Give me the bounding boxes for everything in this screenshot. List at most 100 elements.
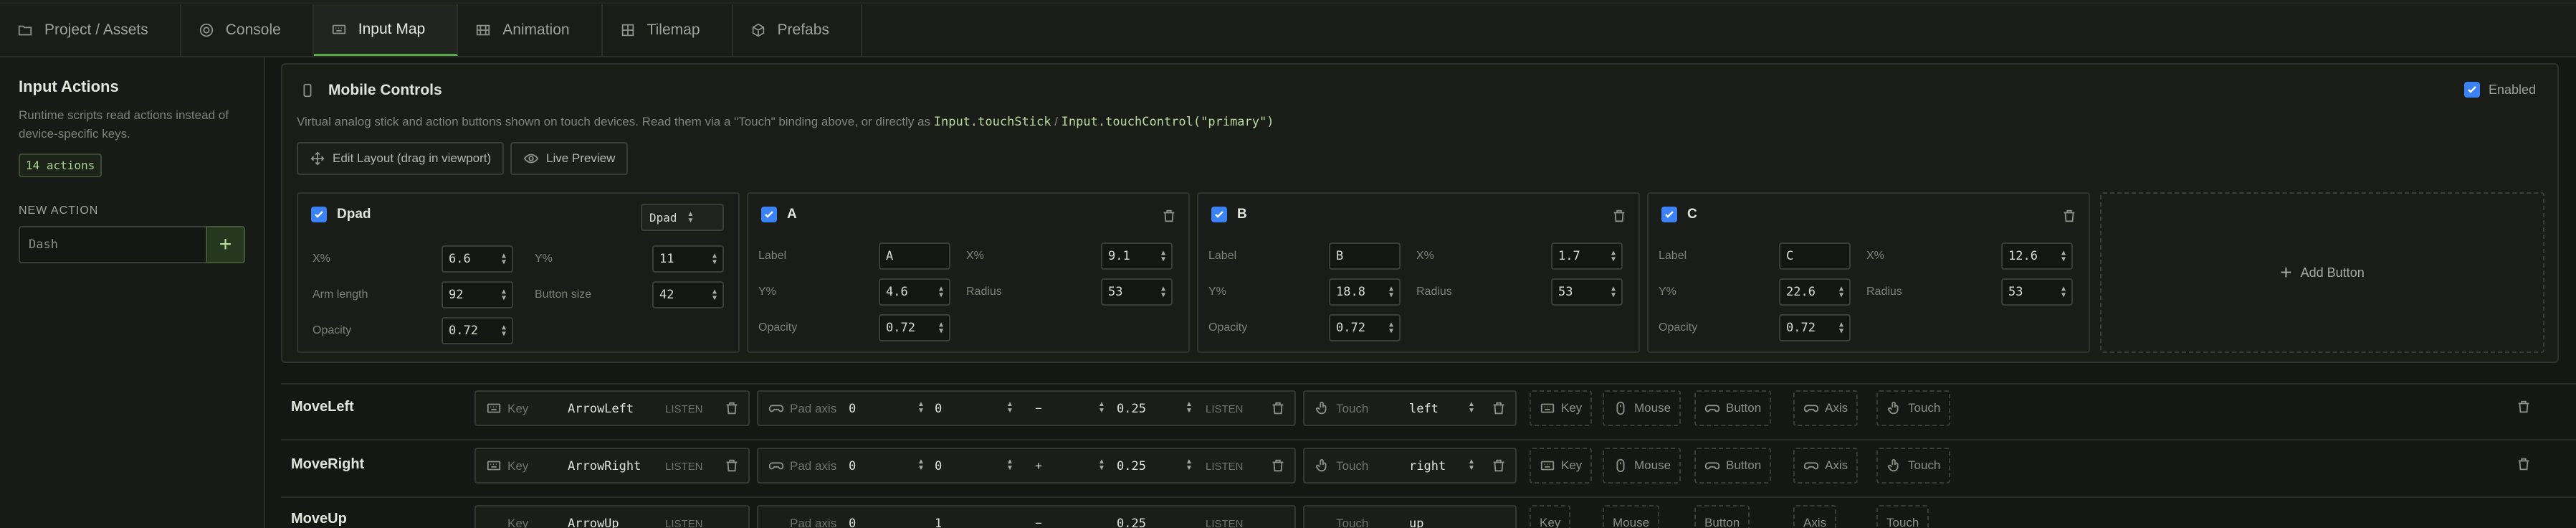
tab-tilemap[interactable]: Tilemap [603,4,733,56]
add-axis-chip[interactable]: Axis [1793,505,1837,528]
touch-binding[interactable]: Touch left ▲ ▼ [1303,390,1517,426]
add-mouse-chip[interactable]: Mouse [1603,505,1660,528]
stepper-icon[interactable]: ▲ ▼ [502,288,506,302]
dpad-opacity-input[interactable]: 0.72 ▲ ▼ [442,317,513,344]
dpad-x-input[interactable]: 6.6 ▲ ▼ [442,245,513,273]
button-c-enabled-checkbox[interactable] [1661,207,1677,222]
add-mouse-chip[interactable]: Mouse [1603,448,1681,484]
trash-icon[interactable] [1491,458,1507,473]
stepper-icon[interactable]: ▲ ▼ [1611,286,1616,299]
pad-axis-binding[interactable]: Pad axis 0 ▲ ▼ 0 ▲ ▼ + ▲ ▼ 0.25 ▲ ▼ LISTEN [757,448,1296,484]
stepper-icon[interactable]: ▲ ▼ [712,288,717,302]
stepper-icon[interactable]: ▲ ▼ [712,253,717,266]
button-b-opacity-input[interactable]: 0.72 ▲ ▼ [1329,314,1401,341]
pad-axis-binding[interactable]: Pad axis 0 1 − 0.25 LISTEN [757,505,1296,528]
stepper-icon[interactable]: ▲ ▼ [1006,458,1013,472]
add-button-chip[interactable]: Button [1694,448,1772,484]
pad-axis-deadzone[interactable]: 0.25 [1117,517,1146,528]
stepper-icon[interactable]: ▲ ▼ [917,458,925,472]
stepper-icon[interactable]: ▲ ▼ [1839,321,1843,335]
button-a-opacity-input[interactable]: 0.72 ▲ ▼ [879,314,950,341]
stepper-icon[interactable]: ▲ ▼ [1161,286,1165,299]
add-button-chip[interactable]: Button [1694,505,1750,528]
edit-layout-button[interactable]: Edit Layout (drag in viewport) [297,142,505,175]
button-a-x-input[interactable]: 9.1 ▲ ▼ [1101,242,1173,270]
touch-value[interactable]: up [1409,517,1423,528]
stepper-icon[interactable]: ▲ ▼ [1611,250,1616,263]
trash-icon[interactable] [2061,208,2077,224]
listen-button[interactable]: LISTEN [665,403,703,415]
enabled-checkbox[interactable] [2463,82,2480,98]
delete-action-icon[interactable] [2516,456,2532,472]
dpad-y-input[interactable]: 11 ▲ ▼ [652,245,724,273]
button-a-label-input[interactable]: A [879,242,950,270]
button-a-enabled-checkbox[interactable] [761,207,777,222]
pad-axis-index[interactable]: 0 [849,459,856,473]
pad-axis-deadzone[interactable]: 0.25 [1117,459,1146,473]
stepper-icon[interactable]: ▲ ▼ [917,401,925,415]
stepper-icon[interactable]: ▲ ▼ [1098,401,1105,415]
tab-prefabs[interactable]: Prefabs [733,4,862,56]
pad-axis-number[interactable]: 0 [935,402,942,416]
select-arrows-icon[interactable]: ▲ ▼ [1468,401,1475,415]
stepper-icon[interactable]: ▲ ▼ [1839,286,1843,299]
add-axis-chip[interactable]: Axis [1793,448,1859,484]
stepper-icon[interactable]: ▲ ▼ [1186,458,1193,472]
trash-icon[interactable] [1270,400,1286,416]
listen-button[interactable]: LISTEN [1206,403,1244,415]
pad-axis-number[interactable]: 1 [935,517,942,528]
dpad-arm-input[interactable]: 92 ▲ ▼ [442,281,513,308]
stepper-icon[interactable]: ▲ ▼ [1006,401,1013,415]
pad-axis-deadzone[interactable]: 0.25 [1117,402,1146,416]
touch-binding[interactable]: Touch up [1303,505,1517,528]
stepper-icon[interactable]: ▲ ▼ [1389,286,1393,299]
button-b-y-input[interactable]: 18.8 ▲ ▼ [1329,278,1401,306]
select-arrows-icon[interactable]: ▲ ▼ [1468,458,1475,472]
key-binding[interactable]: Key ArrowLeft LISTEN [474,390,750,426]
pad-axis-direction[interactable]: − [1035,517,1042,528]
stepper-icon[interactable]: ▲ ▼ [1389,321,1393,335]
stepper-icon[interactable]: ▲ ▼ [1098,458,1105,472]
dpad-kind-select[interactable]: Dpad ▲ ▼ [641,204,724,231]
stepper-icon[interactable]: ▲ ▼ [2061,250,2066,263]
stepper-icon[interactable]: ▲ ▼ [1161,250,1165,263]
tab-animation[interactable]: Animation [458,4,603,56]
listen-button[interactable]: LISTEN [1206,518,1244,528]
add-button-card[interactable]: + Add Button [2100,192,2544,353]
touch-binding[interactable]: Touch right ▲ ▼ [1303,448,1517,484]
button-b-enabled-checkbox[interactable] [1211,207,1227,222]
trash-icon[interactable] [1491,400,1507,416]
pad-axis-binding[interactable]: Pad axis 0 ▲ ▼ 0 ▲ ▼ − ▲ ▼ 0.25 ▲ ▼ LISTEN [757,390,1296,426]
touch-value[interactable]: left [1409,402,1439,416]
button-c-x-input[interactable]: 12.6 ▲ ▼ [2001,242,2073,270]
trash-icon[interactable] [1161,208,1177,224]
stepper-icon[interactable]: ▲ ▼ [1186,401,1193,415]
button-b-x-input[interactable]: 1.7 ▲ ▼ [1551,242,1623,270]
key-binding[interactable]: Key ArrowRight LISTEN [474,448,750,484]
add-axis-chip[interactable]: Axis [1793,390,1859,426]
button-c-y-input[interactable]: 22.6 ▲ ▼ [1779,278,1851,306]
button-a-y-input[interactable]: 4.6 ▲ ▼ [879,278,950,306]
delete-action-icon[interactable] [2516,399,2532,415]
touch-value[interactable]: right [1409,459,1446,473]
add-button-chip[interactable]: Button [1694,390,1772,426]
button-a-radius-input[interactable]: 53 ▲ ▼ [1101,278,1173,306]
listen-button[interactable]: LISTEN [665,461,703,473]
stepper-icon[interactable]: ▲ ▼ [2061,286,2066,299]
pad-axis-direction[interactable]: − [1035,402,1042,416]
dpad-enabled-checkbox[interactable] [311,207,327,222]
dpad-button-size-input[interactable]: 42 ▲ ▼ [652,281,724,308]
tab-input-map[interactable]: Input Map [313,4,459,56]
stepper-icon[interactable]: ▲ ▼ [502,324,506,338]
pad-axis-index[interactable]: 0 [849,402,856,416]
button-c-opacity-input[interactable]: 0.72 ▲ ▼ [1779,314,1851,341]
add-touch-chip[interactable]: Touch [1876,505,1929,528]
stepper-icon[interactable]: ▲ ▼ [939,321,943,335]
listen-button[interactable]: LISTEN [1206,461,1244,473]
add-action-button[interactable]: + [206,226,245,263]
add-touch-chip[interactable]: Touch [1876,448,1951,484]
add-mouse-chip[interactable]: Mouse [1603,390,1681,426]
tab-console[interactable]: Console [181,4,314,56]
add-key-chip[interactable]: Key [1530,448,1593,484]
key-binding[interactable]: Key ArrowUp LISTEN [474,505,750,528]
